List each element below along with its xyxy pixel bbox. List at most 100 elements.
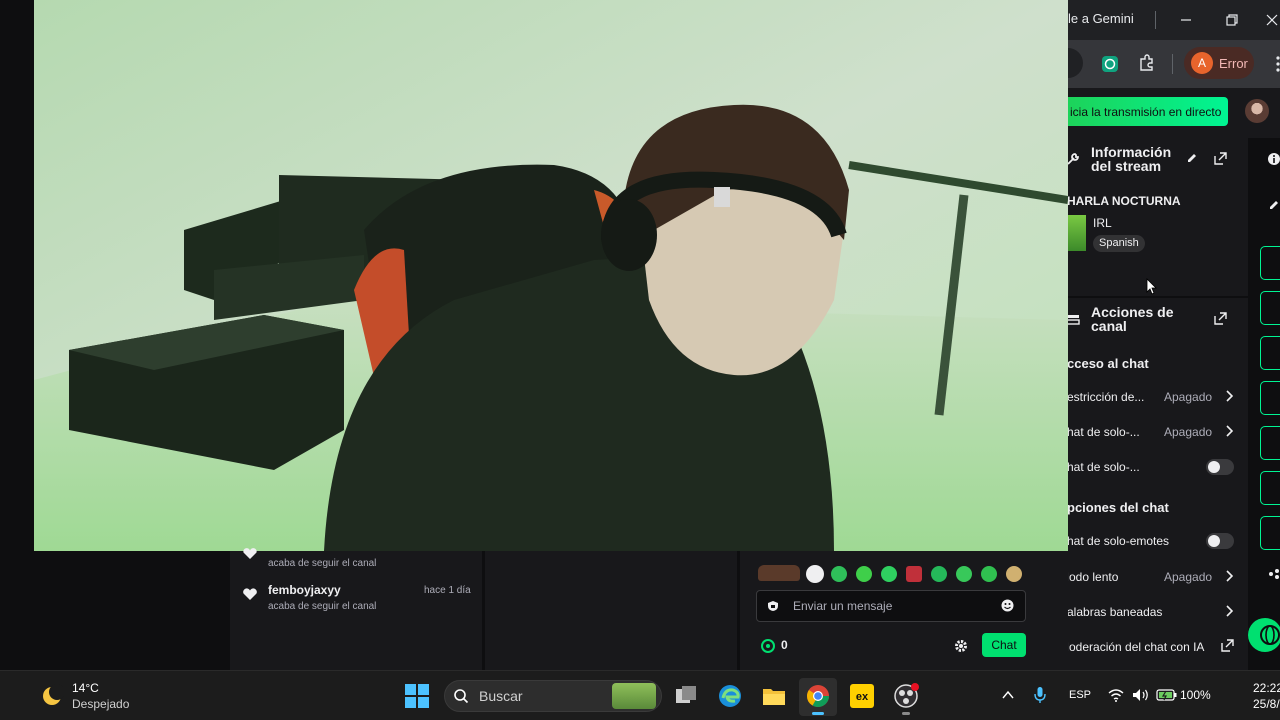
edge-browser-icon[interactable] [717, 683, 743, 709]
quick-action-chat-button[interactable] [1260, 381, 1280, 415]
channel-points-icon[interactable] [761, 639, 775, 653]
popout-icon[interactable] [1214, 312, 1227, 325]
more-menu-icon[interactable] [1270, 55, 1280, 73]
chevron-right-icon[interactable] [1225, 390, 1233, 402]
quick-action-ad-button[interactable] [1260, 246, 1280, 280]
edit-pencil-icon[interactable] [1186, 152, 1198, 164]
emote-only-toggle[interactable] [1206, 533, 1234, 549]
activity-username[interactable]: femboyjaxyy [268, 583, 341, 597]
quick-action-tools-button[interactable] [1260, 516, 1280, 550]
chat-options-heading: pciones del chat [1067, 500, 1169, 515]
restriction-setting-value: Apagado [1164, 390, 1213, 404]
chat-only-toggle[interactable] [1206, 459, 1234, 475]
edit-pencil-icon[interactable] [1268, 199, 1280, 211]
windows-start-icon[interactable] [404, 683, 430, 709]
chat-send-button[interactable]: Chat [982, 633, 1026, 657]
chat-only-setting-value: Apagado [1164, 425, 1213, 439]
profile-button[interactable]: A Error [1184, 47, 1254, 79]
battery-charging-icon[interactable] [1156, 689, 1178, 701]
chat-settings-gear-icon[interactable] [954, 639, 968, 653]
more-actions-icon[interactable] [1268, 568, 1280, 580]
quick-action-raid-button[interactable] [1260, 291, 1280, 325]
activity-time: hace 1 día [424, 585, 471, 596]
stream-video-preview[interactable] [34, 0, 1068, 551]
chatgpt-extension-icon[interactable] [1100, 54, 1120, 74]
running-indicator [902, 712, 910, 715]
file-explorer-icon[interactable] [761, 683, 787, 709]
ai-moderation-label[interactable]: Moderación del chat con IA [1059, 640, 1204, 654]
emote-icon[interactable] [856, 566, 872, 582]
user-avatar[interactable] [1245, 99, 1269, 123]
popout-icon[interactable] [1214, 152, 1227, 165]
exness-app-icon[interactable]: ex [849, 683, 875, 709]
quick-action-list-button[interactable] [1260, 336, 1280, 370]
language-tag[interactable]: Spanish [1093, 235, 1145, 252]
emote-icon[interactable] [931, 566, 947, 582]
chat-input-placeholder: Enviar un mensaje [793, 599, 893, 613]
chevron-up-icon[interactable] [1002, 690, 1014, 700]
quick-action-channel-button[interactable] [1260, 471, 1280, 505]
banned-words-label[interactable]: Palabras baneadas [1059, 605, 1162, 619]
category-boxart [1068, 215, 1086, 251]
emote-icon[interactable] [1006, 566, 1022, 582]
profile-avatar: A [1191, 52, 1213, 74]
chevron-right-icon[interactable] [1225, 425, 1233, 437]
chat-access-heading: cceso al chat [1067, 356, 1149, 371]
wifi-icon[interactable] [1108, 688, 1124, 702]
weather-description: Despejado [72, 697, 130, 711]
emote-icon[interactable] [806, 565, 824, 583]
globe-button[interactable] [1248, 618, 1280, 652]
heart-icon [242, 548, 258, 560]
emote-icon[interactable] [758, 565, 800, 581]
heart-icon [242, 587, 258, 601]
profile-status-label: Error [1219, 55, 1248, 71]
info-icon[interactable] [1268, 152, 1280, 166]
channel-actions-title: Acciones de canal [1091, 304, 1174, 334]
toolbar-separator [1172, 54, 1173, 74]
chevron-right-icon[interactable] [1225, 605, 1233, 617]
extensions-puzzle-icon[interactable] [1137, 53, 1157, 73]
taskbar-search-label: Buscar [479, 688, 523, 704]
volume-icon[interactable] [1132, 688, 1150, 702]
chrome-browser-icon[interactable] [805, 683, 831, 709]
wrench-icon [1066, 152, 1080, 166]
chevron-right-icon[interactable] [1225, 570, 1233, 582]
restore-icon[interactable] [1222, 10, 1242, 30]
shield-icon[interactable] [767, 600, 779, 612]
weather-temperature[interactable]: 14°C [72, 681, 99, 695]
clock-date[interactable]: 25/8/2026 [1253, 697, 1280, 711]
active-indicator [812, 712, 824, 715]
left-empty-area [22, 551, 228, 670]
browser-tab-title[interactable]: le a Gemini [1068, 11, 1134, 26]
moon-weather-icon[interactable] [40, 684, 64, 708]
obs-studio-icon[interactable] [893, 683, 919, 709]
restriction-setting-label[interactable]: estricción de... [1067, 390, 1144, 404]
close-icon[interactable] [1262, 10, 1280, 30]
stream-info-title: Información del stream [1091, 144, 1172, 174]
svg-text:ex: ex [856, 691, 869, 703]
task-view-icon[interactable] [673, 683, 699, 709]
panel-divider [1068, 296, 1248, 298]
channel-points-count: 0 [781, 638, 788, 652]
minimize-icon[interactable] [1176, 10, 1196, 30]
quick-action-stream-button[interactable] [1260, 426, 1280, 460]
clock-time[interactable]: 22:22 [1253, 681, 1280, 695]
chat-only-toggle-label: hat de solo-... [1067, 460, 1140, 474]
emote-icon[interactable] [906, 566, 922, 582]
emote-icon[interactable] [831, 566, 847, 582]
chat-only-setting-label[interactable]: hat de solo-... [1067, 425, 1140, 439]
emote-icon[interactable] [881, 566, 897, 582]
microphone-icon[interactable] [1034, 686, 1046, 704]
activity-desc: acaba de seguir el canal [268, 558, 377, 569]
emoji-picker-icon[interactable] [1001, 599, 1014, 612]
keyboard-language[interactable]: ESP [1069, 689, 1091, 701]
external-link-icon[interactable] [1221, 639, 1234, 652]
tab-separator [1155, 11, 1156, 29]
emote-icon[interactable] [981, 566, 997, 582]
emote-icon[interactable] [956, 566, 972, 582]
empty-panel [485, 551, 737, 670]
channel-actions-icon [1066, 312, 1080, 326]
search-icon [453, 688, 469, 704]
stream-title: HARLA NOCTURNA [1067, 194, 1181, 208]
go-live-button[interactable]: icia la transmisión en directo [1068, 97, 1228, 126]
